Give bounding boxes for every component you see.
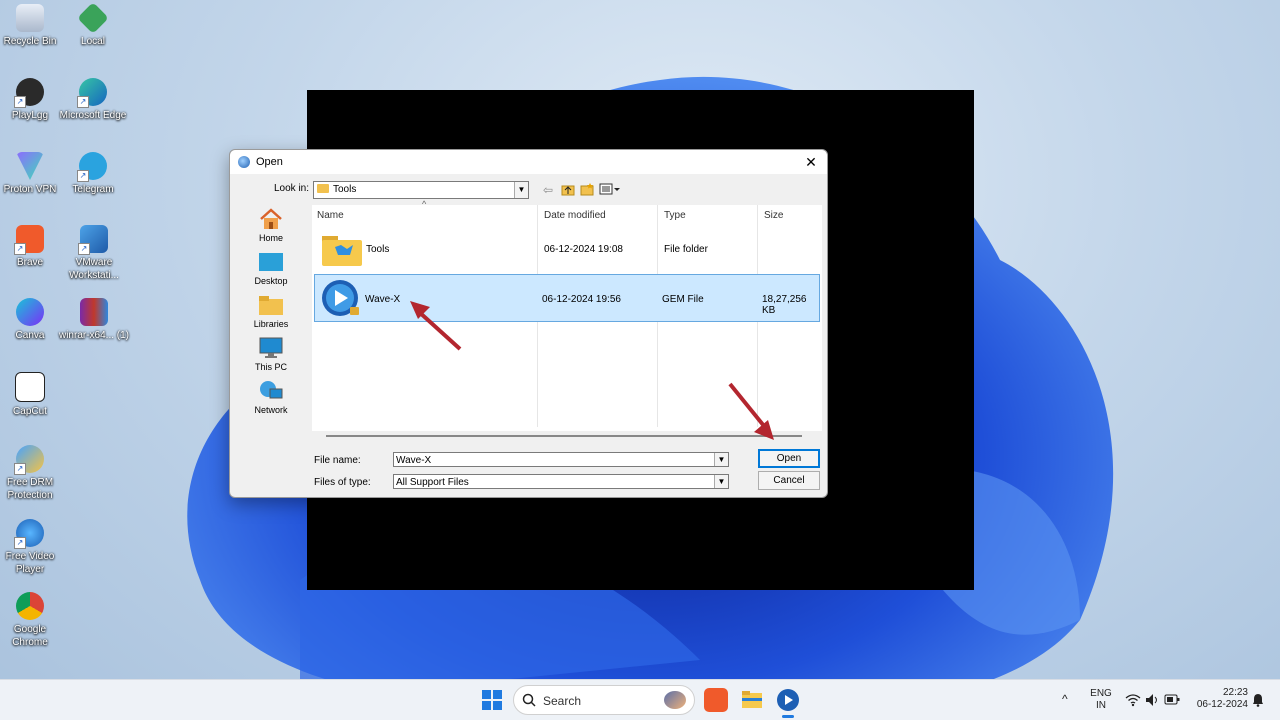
desktop-icon xyxy=(259,253,283,271)
horizontal-scrollbar[interactable] xyxy=(326,435,802,437)
sort-ascending-icon: ^ xyxy=(422,199,427,209)
file-size: 18,27,256 KB xyxy=(762,294,807,316)
up-folder-icon[interactable] xyxy=(561,182,575,198)
desktop-icon-vmware[interactable]: ↗ VMware Workstati... xyxy=(58,225,130,282)
app-globe-icon xyxy=(238,156,250,168)
place-this-pc[interactable]: This PC xyxy=(240,334,302,377)
open-button[interactable]: Open xyxy=(758,449,820,468)
dialog-titlebar: Open ✕ xyxy=(230,150,827,174)
col-date-modified[interactable]: Date modified xyxy=(544,210,606,221)
look-in-label: Look in: xyxy=(274,183,310,194)
file-name-label: File name: xyxy=(314,455,361,466)
folder-icon xyxy=(322,236,362,266)
file-date: 06-12-2024 19:08 xyxy=(544,244,623,255)
desktop-icon-brave[interactable]: ↗ Brave xyxy=(0,225,65,269)
desktop-icon-winrar[interactable]: winrar-x64... (1) xyxy=(58,298,130,342)
free-video-player-icon: ↗ xyxy=(14,519,44,549)
col-name[interactable]: Name xyxy=(317,210,344,221)
volume-icon[interactable] xyxy=(1145,693,1159,707)
windows-start-icon[interactable] xyxy=(480,688,504,712)
file-type-select[interactable]: All Support Files ▼ xyxy=(393,474,729,489)
file-name: Tools xyxy=(366,244,390,255)
search-icon xyxy=(522,693,536,707)
file-type: File folder xyxy=(664,244,708,255)
place-network[interactable]: Network xyxy=(240,377,302,420)
open-file-dialog: Open ✕ Look in: Tools ▼ ⇦ Home Desktop L… xyxy=(229,149,828,498)
taskbar-search[interactable]: Search xyxy=(513,685,695,715)
proton-vpn-icon xyxy=(16,152,44,180)
desktop-icon-free-drm[interactable]: ↗ Free DRM Protection xyxy=(0,445,65,502)
desktop-icon-edge[interactable]: ↗ Microsoft Edge xyxy=(58,78,128,122)
canva-icon xyxy=(16,298,44,326)
file-name-input[interactable]: Wave-X ▼ xyxy=(393,452,729,467)
file-explorer-icon[interactable] xyxy=(740,688,764,712)
file-type-label: Files of type: xyxy=(314,477,371,488)
back-arrow-icon[interactable]: ⇦ xyxy=(543,182,553,198)
chevron-up-icon[interactable]: ^ xyxy=(1062,693,1068,705)
wave-x-player-icon xyxy=(322,280,359,316)
place-libraries[interactable]: Libraries xyxy=(240,291,302,334)
chevron-down-icon[interactable]: ▼ xyxy=(714,453,728,466)
desktop-icon-local[interactable]: Local xyxy=(58,2,128,48)
language-indicator[interactable]: ENG IN xyxy=(1088,688,1114,712)
vmware-icon: ↗ xyxy=(78,225,108,255)
view-menu-icon[interactable] xyxy=(599,182,621,198)
file-date: 06-12-2024 19:56 xyxy=(542,294,621,305)
look-in-value: Tools xyxy=(333,184,357,195)
file-list-header: Name ^ Date modified Type Size xyxy=(312,199,822,227)
wifi-icon[interactable] xyxy=(1125,693,1141,707)
chevron-down-icon[interactable]: ▼ xyxy=(714,475,728,488)
new-folder-icon[interactable] xyxy=(580,182,594,198)
brave-taskbar-icon[interactable] xyxy=(704,688,728,712)
clock[interactable]: 22:23 06-12-2024 xyxy=(1190,687,1248,711)
file-list: Name ^ Date modified Type Size Tools 06-… xyxy=(312,199,822,431)
file-type: GEM File xyxy=(662,294,704,305)
col-size[interactable]: Size xyxy=(764,210,783,221)
brave-icon: ↗ xyxy=(14,225,44,255)
look-in-select[interactable]: Tools ▼ xyxy=(313,181,529,199)
free-drm-icon: ↗ xyxy=(14,445,44,475)
this-pc-icon xyxy=(259,337,283,358)
file-name-value: Wave-X xyxy=(396,455,432,466)
network-icon xyxy=(260,381,283,399)
telegram-icon: ↗ xyxy=(77,152,107,182)
file-name: Wave-X xyxy=(365,294,401,305)
desktop-icon-free-video-player[interactable]: ↗ Free Video Player xyxy=(0,519,65,576)
file-row-wave-x[interactable]: Wave-X 06-12-2024 19:56 GEM File 18,27,2… xyxy=(314,274,820,322)
search-placeholder: Search xyxy=(543,694,582,708)
places-bar: Home Desktop Libraries This PC Network xyxy=(240,205,302,420)
desktop-icon-capcut[interactable]: CapCut xyxy=(0,372,65,418)
desktop-icon-chrome[interactable]: Google Chrome xyxy=(0,592,65,649)
search-highlight-icon xyxy=(664,691,686,709)
desktop-icon-playlgg[interactable]: ↗ PlayLgg xyxy=(0,78,65,122)
desktop-icon-canva[interactable]: Canva xyxy=(0,298,65,342)
desktop-icon-telegram[interactable]: ↗ Telegram xyxy=(58,152,128,196)
home-icon xyxy=(260,208,282,229)
cancel-button[interactable]: Cancel xyxy=(758,471,820,490)
dialog-title: Open xyxy=(256,156,283,168)
playlgg-icon: ↗ xyxy=(14,78,44,108)
chevron-down-icon[interactable]: ▼ xyxy=(514,182,528,198)
local-icon xyxy=(77,2,109,34)
file-row-tools[interactable]: Tools 06-12-2024 19:08 File folder xyxy=(314,225,820,273)
folder-icon xyxy=(317,184,329,193)
file-type-value: All Support Files xyxy=(396,477,469,488)
taskbar: Search ^ ENG IN 22:23 06-12-2024 xyxy=(0,679,1280,720)
close-icon[interactable]: ✕ xyxy=(803,154,819,170)
winrar-icon xyxy=(80,298,108,326)
edge-icon: ↗ xyxy=(77,78,107,108)
desktop-icon-recycle-bin[interactable]: Recycle Bin xyxy=(0,4,65,48)
recycle-bin-icon xyxy=(16,4,44,32)
wave-x-taskbar-icon[interactable] xyxy=(776,688,800,712)
place-desktop[interactable]: Desktop xyxy=(240,248,302,291)
libraries-icon xyxy=(259,296,283,315)
chrome-icon xyxy=(16,592,44,620)
col-type[interactable]: Type xyxy=(664,210,686,221)
place-home[interactable]: Home xyxy=(240,205,302,248)
notification-bell-icon[interactable] xyxy=(1252,693,1264,707)
active-app-indicator xyxy=(782,715,794,718)
desktop-icon-proton-vpn[interactable]: Proton VPN xyxy=(0,152,65,196)
capcut-icon xyxy=(15,372,45,402)
battery-icon[interactable] xyxy=(1164,694,1180,705)
